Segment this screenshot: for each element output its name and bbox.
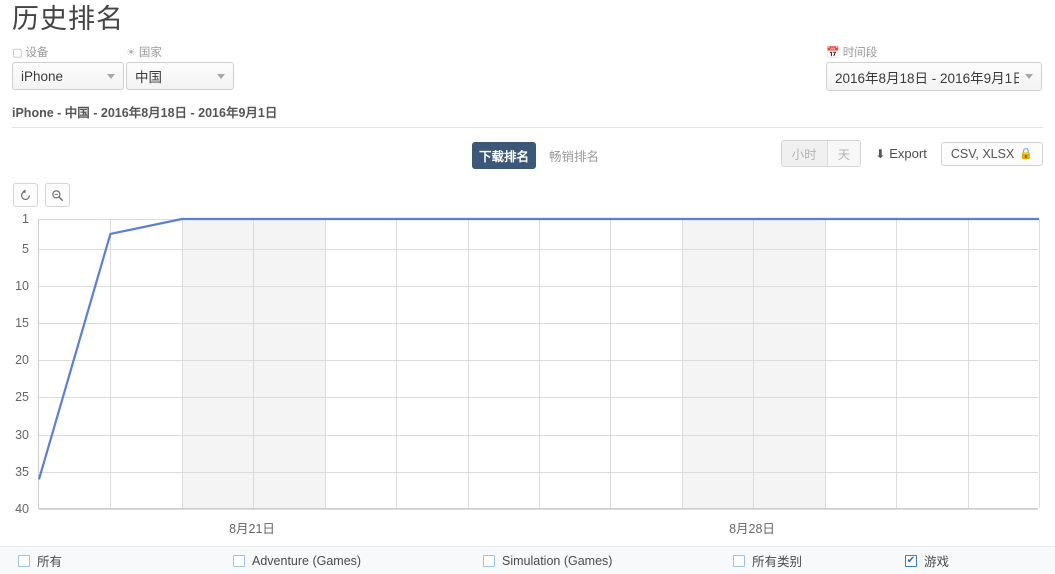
reset-zoom-button[interactable] (13, 183, 38, 207)
tab-grossing-rank[interactable]: 畅销排名 (542, 142, 606, 169)
date-range-label: 📅 时间段 (826, 47, 878, 59)
legend-item[interactable]: 所有 (18, 551, 62, 570)
lock-icon: 🔒 (1019, 148, 1033, 160)
zoom-button[interactable] (45, 183, 70, 207)
y-axis-tick-label: 35 (15, 464, 29, 479)
device-select[interactable]: iPhone (12, 62, 124, 90)
checkbox-unchecked-icon[interactable] (733, 554, 745, 567)
export-button[interactable]: ⬇ Export (875, 146, 927, 161)
legend-item[interactable]: 所有类别 (733, 551, 802, 570)
y-axis-tick-label: 30 (15, 427, 29, 442)
rank-chart: 1510152025303540 8月21日8月28日 App Annie ST… (0, 205, 1055, 545)
page-title: 历史排名 (12, 4, 124, 34)
x-axis-tick-label: 8月21日 (229, 522, 275, 536)
x-axis-tick-label: 8月28日 (729, 522, 775, 536)
country-filter: ☀ 国家 中国 (126, 46, 234, 90)
calendar-icon: 📅 (826, 47, 840, 59)
download-icon: ⬇ (875, 146, 886, 161)
y-axis-tick-label: 25 (15, 390, 29, 405)
device-icon: ▢ (12, 47, 23, 59)
chart-legend: 所有 Adventure (Games) Simulation (Games) 所有类… (0, 546, 1055, 574)
checkbox-unchecked-icon[interactable] (483, 554, 495, 567)
rank-type-tabs: 下载排名 畅销排名 (472, 142, 606, 169)
country-select-value: 中国 (135, 70, 162, 85)
export-format-button[interactable]: CSV, XLSX 🔒 (940, 141, 1043, 166)
filter-summary: iPhone - 中国 - 2016年8月18日 - 2016年9月1日 (12, 106, 278, 120)
chart-tool-buttons (13, 183, 70, 207)
chart-gridline-horizontal (39, 509, 1038, 510)
legend-item-label: 游戏 (924, 555, 950, 569)
legend-item[interactable]: ✔ 游戏 (905, 551, 949, 570)
chart-toolbar-right: 小时 天 ⬇ Export CSV, XLSX 🔒 (780, 140, 1043, 167)
device-filter-label: ▢ 设备 (12, 47, 49, 59)
chart-line-series (37, 217, 1039, 480)
y-axis-tick-label: 20 (15, 353, 29, 368)
granularity-toggle: 小时 天 (780, 140, 862, 167)
y-axis-tick-label: 10 (15, 278, 29, 293)
date-range-select[interactable]: 2016年8月18日 - 2016年9月1日 (826, 62, 1042, 91)
magnifier-icon (52, 189, 64, 201)
legend-item[interactable]: Simulation (Games) (483, 554, 612, 568)
export-label: Export (889, 146, 927, 161)
undo-icon (21, 188, 30, 200)
device-select-value: iPhone (21, 68, 64, 84)
historical-rank-page: 历史排名 ▢ 设备 iPhone ☀ 国家 中国 📅 时间段 2016年8月18… (0, 0, 1055, 574)
granularity-hour-button[interactable]: 小时 (781, 141, 827, 166)
checkbox-checked-icon[interactable]: ✔ (905, 554, 917, 567)
checkbox-unchecked-icon[interactable] (18, 554, 30, 567)
legend-item-label: 所有 (37, 555, 63, 569)
chevron-down-icon (217, 73, 225, 79)
granularity-day-button[interactable]: 天 (826, 141, 861, 166)
country-filter-label: ☀ 国家 (126, 47, 162, 59)
legend-item-label: Adventure (Games) (252, 553, 362, 568)
globe-icon: ☀ (126, 47, 136, 59)
chart-series-layer (37, 217, 1039, 480)
chart-plot-area[interactable] (37, 217, 1040, 510)
y-axis-tick-label: 1 (22, 212, 29, 226)
checkbox-unchecked-icon[interactable] (233, 554, 245, 567)
legend-item-label: 所有类别 (752, 555, 803, 569)
y-axis-tick-label: 5 (22, 241, 29, 256)
legend-item[interactable]: Adventure (Games) (233, 554, 361, 568)
legend-item-label: Simulation (Games) (502, 553, 613, 568)
header-divider (12, 127, 1043, 128)
y-axis-tick-label: 15 (15, 316, 29, 331)
export-format-label: CSV, XLSX (950, 146, 1015, 161)
date-range-value: 2016年8月18日 - 2016年9月1日 (835, 70, 1019, 86)
date-range-filter: 📅 时间段 2016年8月18日 - 2016年9月1日 (826, 46, 1042, 91)
y-axis-tick-label: 40 (15, 502, 29, 516)
tab-download-rank[interactable]: 下载排名 (472, 142, 537, 169)
chevron-down-icon (1025, 74, 1033, 79)
device-filter: ▢ 设备 iPhone (12, 46, 124, 90)
country-select[interactable]: 中国 (126, 62, 234, 90)
chevron-down-icon (107, 73, 115, 79)
chart-gridline-vertical (1039, 219, 1040, 508)
